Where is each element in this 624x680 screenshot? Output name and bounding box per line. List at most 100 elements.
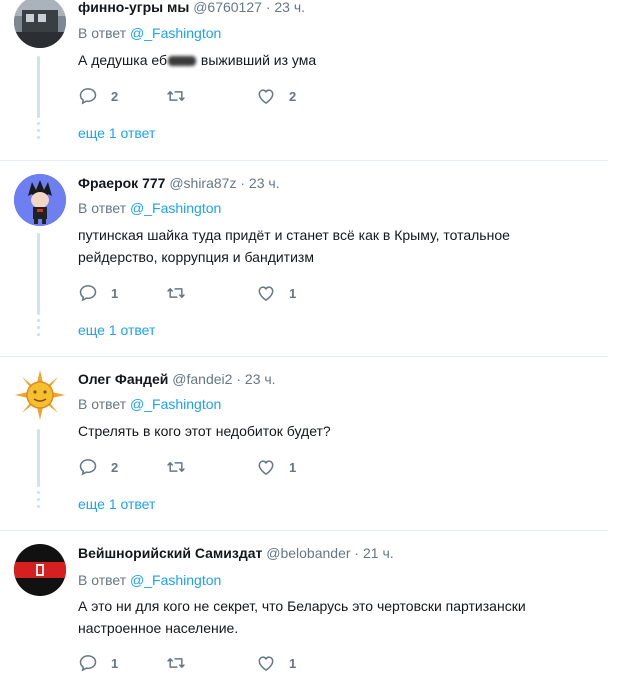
avatar[interactable] bbox=[14, 369, 66, 421]
reply-count: 2 bbox=[111, 459, 119, 475]
tweet-header: Вейшнорийский Самиздат @belobander · 21 … bbox=[78, 544, 394, 562]
show-more-replies-link[interactable]: еще 1 ответ bbox=[78, 124, 155, 142]
tweet-text-line: настроенное население. bbox=[78, 620, 239, 636]
retweet-button[interactable] bbox=[166, 653, 199, 673]
reply-prefix: В ответ bbox=[78, 200, 127, 216]
reply-to: В ответ @_Fashington bbox=[78, 571, 221, 589]
reply-prefix: В ответ bbox=[78, 396, 127, 412]
tweet-actions: 1 1 bbox=[78, 653, 378, 673]
retweet-icon bbox=[167, 658, 185, 668]
author-name[interactable]: финно-угры мы bbox=[78, 0, 189, 15]
like-button[interactable]: 2 bbox=[256, 86, 296, 106]
mention-link[interactable]: @_Fashington bbox=[130, 572, 221, 588]
author-name[interactable]: Фраерок 777 bbox=[78, 175, 165, 191]
tweet-text-end: выживший из ума bbox=[197, 52, 317, 68]
retweet-icon bbox=[167, 462, 185, 472]
retweet-button[interactable] bbox=[166, 283, 199, 303]
like-count: 1 bbox=[289, 285, 297, 301]
tweet-actions: 2 2 bbox=[78, 86, 378, 106]
author-handle[interactable]: @shira87z bbox=[169, 175, 236, 191]
tweet-text-start: А дедушка еб bbox=[78, 52, 168, 68]
tweet-text-line: А это ни для кого не секрет, что Беларус… bbox=[78, 598, 526, 614]
tweet-text-line: рейдерство, коррупция и бандитизм bbox=[78, 249, 314, 265]
thread-dots bbox=[37, 319, 40, 340]
like-count: 1 bbox=[289, 459, 297, 475]
author-handle[interactable]: @fandei2 bbox=[172, 371, 232, 387]
like-count: 2 bbox=[289, 88, 297, 104]
thread-dots bbox=[37, 491, 40, 512]
tweet-text-line: путинская шайка туда придёт и станет всё… bbox=[78, 227, 510, 243]
tweet-header: Фраерок 777 @shira87z · 23 ч. bbox=[78, 174, 280, 192]
tweet-header: Олег Фандей @fandei2 · 23 ч. bbox=[78, 370, 276, 388]
tweet-text: путинская шайка туда придёт и станет всё… bbox=[78, 224, 548, 268]
reply-prefix: В ответ bbox=[78, 572, 127, 588]
tweet-4[interactable]: Вейшнорийский Самиздат @belobander · 21 … bbox=[0, 531, 608, 680]
separator-dot: · bbox=[236, 371, 242, 387]
author-name[interactable]: Олег Фандей bbox=[78, 371, 168, 387]
avatar-image bbox=[14, 0, 66, 48]
tweet-text: Стрелять в кого этот недобиток будет? bbox=[78, 423, 331, 439]
tweet-2[interactable]: Фраерок 777 @shira87z · 23 ч. В ответ @_… bbox=[0, 161, 608, 356]
redacted-blur bbox=[168, 56, 197, 67]
tweet-actions: 1 1 bbox=[78, 283, 378, 303]
avatar[interactable] bbox=[14, 174, 66, 226]
timestamp[interactable]: 21 ч. bbox=[363, 545, 394, 561]
reply-icon bbox=[79, 655, 97, 672]
like-icon bbox=[258, 286, 274, 301]
reply-button[interactable]: 1 bbox=[78, 653, 118, 673]
author-handle[interactable]: @6760127 bbox=[193, 0, 262, 15]
like-icon bbox=[258, 656, 274, 671]
reply-button[interactable]: 1 bbox=[78, 283, 118, 303]
timestamp[interactable]: 23 ч. bbox=[245, 371, 276, 387]
mention-link[interactable]: @_Fashington bbox=[130, 396, 221, 412]
retweet-icon bbox=[167, 288, 185, 298]
show-more-replies-link[interactable]: еще 1 ответ bbox=[78, 495, 155, 513]
like-button[interactable]: 1 bbox=[256, 653, 296, 673]
tweet-header: финно-угры мы @6760127 · 23 ч. bbox=[78, 0, 305, 16]
reply-button[interactable]: 2 bbox=[78, 86, 118, 106]
author-handle[interactable]: @belobander bbox=[266, 545, 350, 561]
avatar-image bbox=[14, 174, 66, 226]
timestamp[interactable]: 23 ч. bbox=[249, 175, 280, 191]
like-button[interactable]: 1 bbox=[256, 457, 296, 477]
like-count: 1 bbox=[289, 655, 297, 671]
mention-link[interactable]: @_Fashington bbox=[130, 200, 221, 216]
reply-icon bbox=[79, 285, 97, 302]
reply-prefix: В ответ bbox=[78, 25, 127, 41]
sun-avatar-image bbox=[14, 369, 66, 421]
reply-to: В ответ @_Fashington bbox=[78, 24, 221, 42]
reply-button[interactable]: 2 bbox=[78, 457, 118, 477]
show-more-replies-link[interactable]: еще 1 ответ bbox=[78, 321, 155, 339]
retweet-button[interactable] bbox=[166, 457, 199, 477]
like-icon bbox=[258, 460, 274, 475]
reply-to: В ответ @_Fashington bbox=[78, 199, 221, 217]
reply-count: 1 bbox=[111, 285, 119, 301]
separator-dot: · bbox=[354, 545, 360, 561]
retweet-button[interactable] bbox=[166, 86, 199, 106]
reply-icon bbox=[79, 88, 97, 105]
tweet-3[interactable]: Олег Фандей @fandei2 · 23 ч. В ответ @_F… bbox=[0, 357, 608, 530]
mention-link[interactable]: @_Fashington bbox=[130, 25, 221, 41]
reply-icon bbox=[79, 459, 97, 476]
like-icon bbox=[258, 89, 274, 104]
thread-dots bbox=[37, 122, 40, 143]
tweet-text: А это ни для кого не секрет, что Беларус… bbox=[78, 595, 548, 639]
tweet-1[interactable]: финно-угры мы @6760127 · 23 ч. В ответ @… bbox=[0, 0, 608, 160]
reply-to: В ответ @_Fashington bbox=[78, 395, 221, 413]
separator-dot: · bbox=[265, 0, 271, 15]
tweet-actions: 2 1 bbox=[78, 457, 378, 477]
like-button[interactable]: 1 bbox=[256, 283, 296, 303]
author-name[interactable]: Вейшнорийский Самиздат bbox=[78, 545, 262, 561]
retweet-icon bbox=[167, 91, 185, 101]
tweet-text: А дедушка еб выживший из ума bbox=[78, 49, 548, 71]
thread-line bbox=[37, 429, 40, 487]
reply-count: 2 bbox=[111, 88, 119, 104]
timestamp[interactable]: 23 ч. bbox=[274, 0, 305, 15]
flag-avatar-image bbox=[14, 544, 66, 596]
avatar[interactable] bbox=[14, 0, 66, 48]
reply-count: 1 bbox=[111, 655, 119, 671]
avatar[interactable] bbox=[14, 544, 66, 596]
thread-line bbox=[37, 56, 40, 118]
thread-line bbox=[37, 233, 40, 315]
separator-dot: · bbox=[240, 175, 246, 191]
